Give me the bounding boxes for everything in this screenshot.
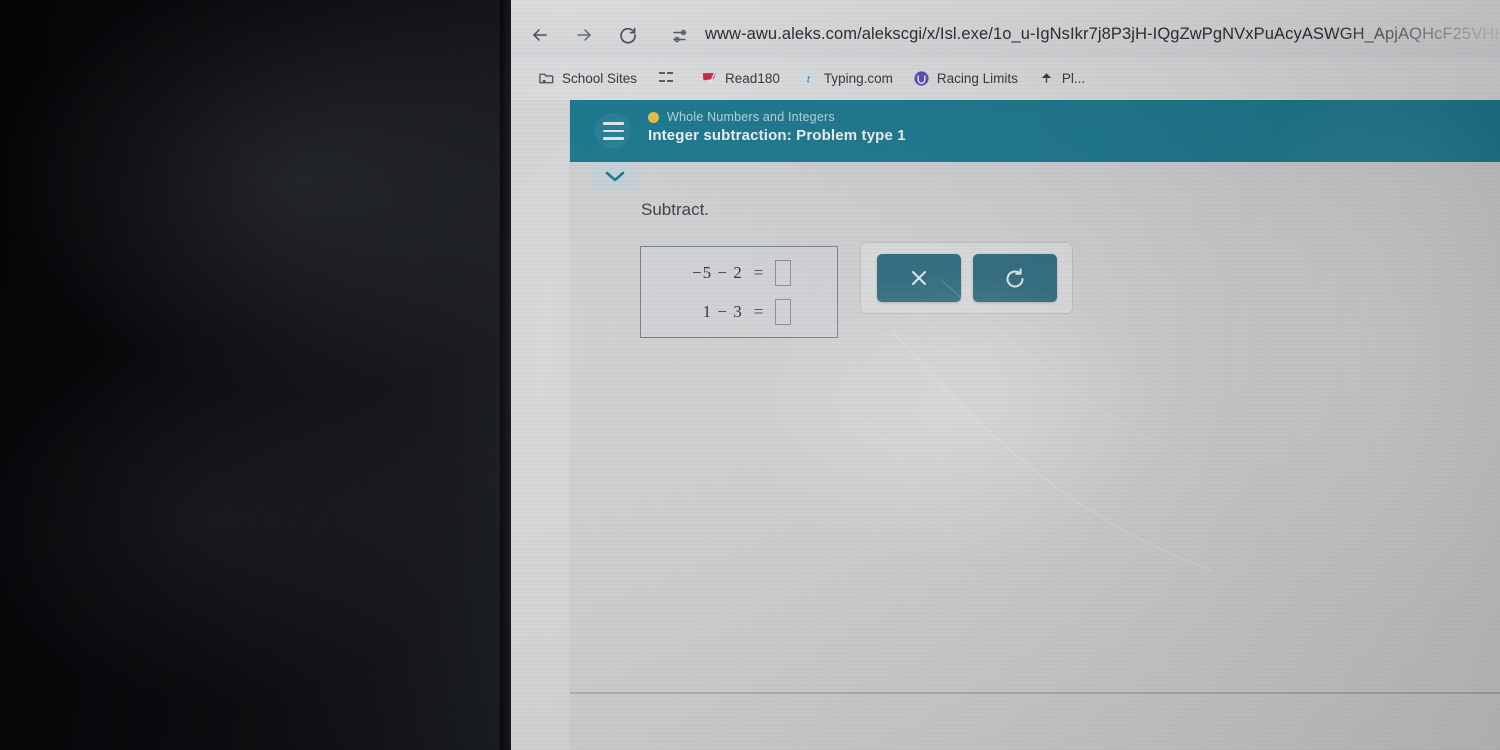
apps-grid-icon [657,70,674,87]
equals-sign: = [753,301,765,321]
bookmark-racing-limits[interactable]: Racing Limits [904,66,1027,91]
reload-icon[interactable] [617,24,639,46]
undo-button[interactable] [972,254,1057,302]
bookmarks-bar: School Sites Read180 t Typing.com Racing… [511,57,1500,100]
url-bar-text[interactable]: www-awu.aleks.com/alekscgi/x/Isl.exe/1o_… [705,25,1500,44]
forward-arrow-icon[interactable] [573,24,595,46]
times-icon [907,266,931,290]
back-arrow-icon[interactable] [529,24,551,46]
topic-status-dot-icon [648,111,659,123]
folder-sites-icon [538,70,555,87]
topic-label: Whole Numbers and Integers [667,110,835,124]
dark-photo-region [0,0,512,750]
equation-row: 1 − 3 = [657,298,821,325]
bookmark-read180[interactable]: Read180 [692,66,789,91]
racing-limits-icon [913,70,930,87]
answer-input-2[interactable] [775,298,792,325]
equation-panel: −5 − 2 = 1 − 3 = [640,246,838,338]
instruction-text: Subtract. [641,200,710,219]
read180-icon [701,70,718,87]
chevron-down-icon [604,169,626,183]
undo-icon [1003,266,1027,290]
expand-panel-tab[interactable] [592,162,638,190]
glare-scribbles [840,219,1385,601]
navigation-controls [529,24,639,46]
equals-sign: = [753,262,765,282]
answer-toolbar [860,242,1073,314]
browser-window: www-awu.aleks.com/alekscgi/x/Isl.exe/1o_… [511,0,1500,750]
bookmark-apps-grid[interactable] [648,66,690,91]
typing-com-icon: t [800,70,817,87]
bookmark-label: Read180 [725,71,780,86]
equation-row: −5 − 2 = [657,259,821,286]
page-content: Whole Numbers and Integers Integer subtr… [511,100,1500,750]
aleks-header-bar: Whole Numbers and Integers Integer subtr… [570,100,1500,162]
bookmark-typing-com[interactable]: t Typing.com [791,66,902,91]
bookmark-label: Pl... [1061,71,1086,86]
bookmark-school-sites[interactable]: School Sites [529,66,646,91]
screen-glare-overlay [511,100,1500,750]
bookmark-label: Racing Limits [936,71,1018,86]
equation-expression: 1 − 3 [702,301,743,321]
screenshot-root: www-awu.aleks.com/alekscgi/x/Isl.exe/1o_… [0,0,1500,750]
clear-button[interactable] [876,254,961,302]
topic-line: Whole Numbers and Integers [648,110,906,124]
answer-input-1[interactable] [775,259,792,286]
page-title: Integer subtraction: Problem type 1 [648,127,906,144]
bookmark-pl[interactable]: Pl... [1029,66,1094,91]
footer-divider [570,692,1500,694]
page-left-margin [511,100,569,750]
pl-bookmark-icon [1038,70,1055,87]
bookmark-label: School Sites [562,71,638,86]
header-text-group: Whole Numbers and Integers Integer subtr… [648,110,906,144]
browser-toolbar: www-awu.aleks.com/alekscgi/x/Isl.exe/1o_… [511,0,1500,57]
site-settings-icon[interactable] [671,26,691,46]
bookmark-label: Typing.com [823,71,893,86]
equation-expression: −5 − 2 [692,262,743,282]
hamburger-menu-icon[interactable] [595,113,631,149]
